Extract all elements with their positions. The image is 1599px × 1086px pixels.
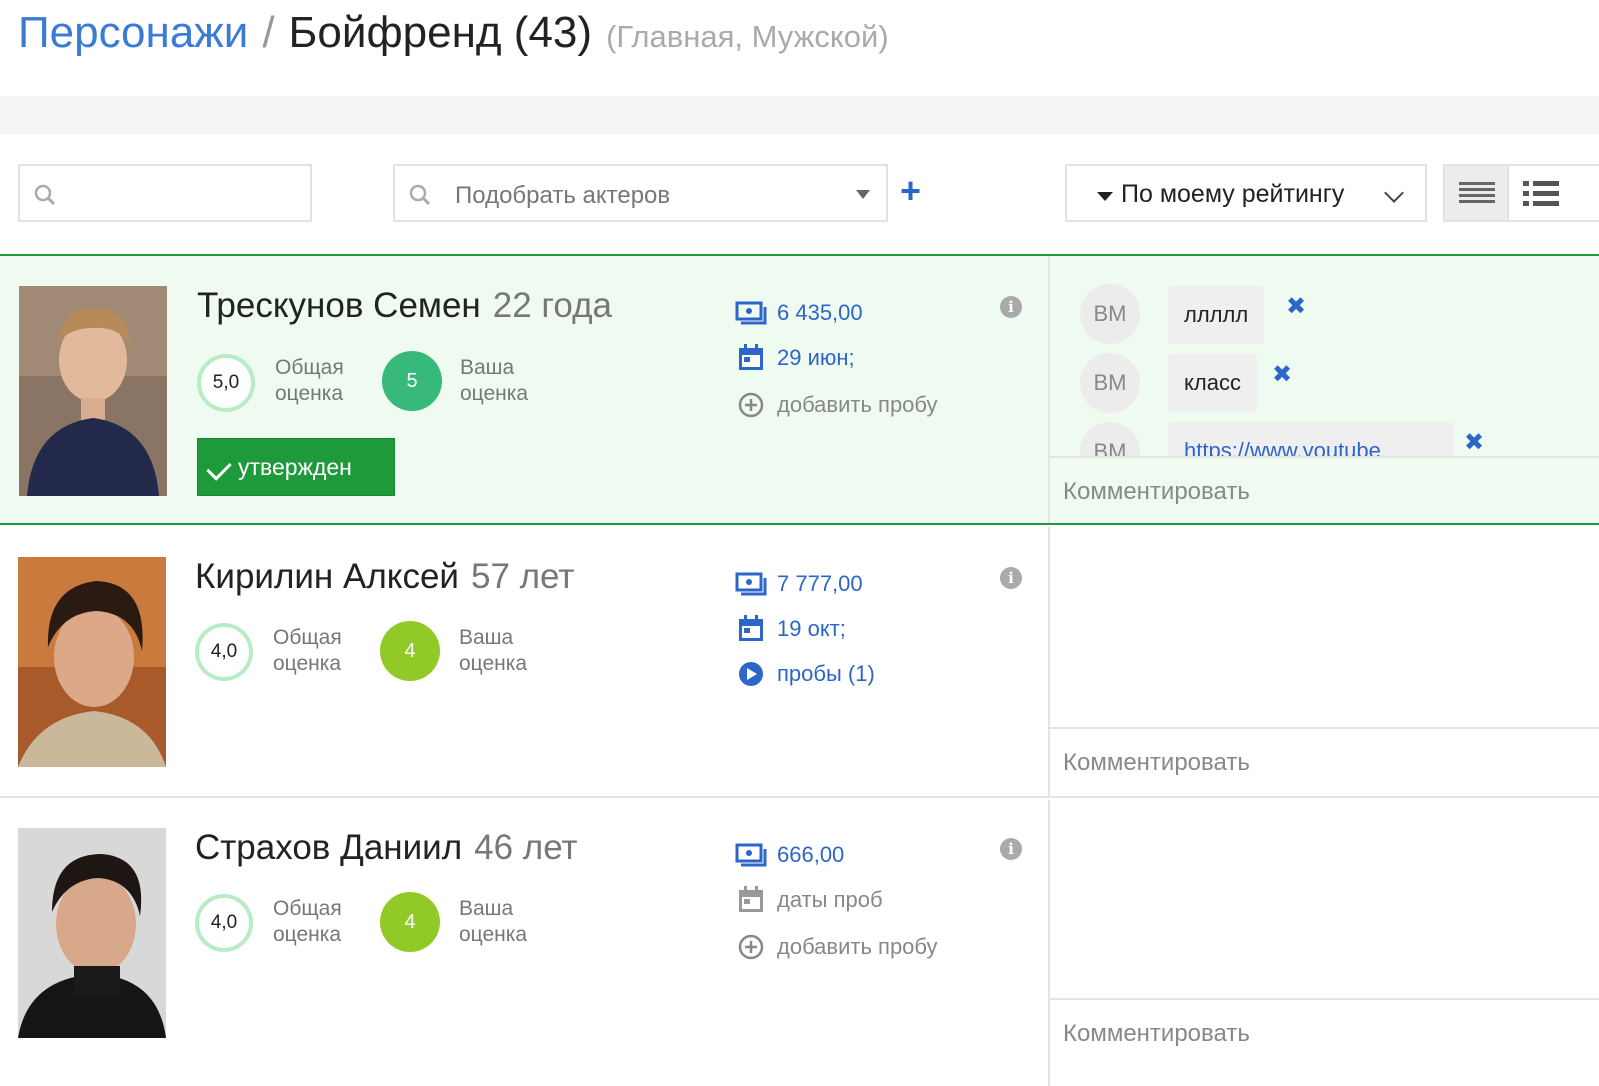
breadcrumb-separator: / [262,8,275,57]
overall-rating: 4,0 [195,894,253,952]
cast-actors-placeholder: Подобрать актеров [455,182,671,209]
sort-label: По моему рейтингу [1121,180,1345,208]
overall-rating-label: Общая оценка [273,897,342,946]
avatar: ВМ [1080,353,1140,413]
breadcrumb: Персонажи / Бойфренд (43) (Главная, Мужс… [18,8,889,72]
fee-value: 6 435,00 [777,300,863,325]
page-subtitle: (Главная, Мужской) [606,19,889,54]
comment-divider [1050,727,1599,729]
fee-value: 666,00 [777,842,845,867]
comment-input[interactable]: Комментировать [1063,749,1250,777]
money-icon [735,301,767,325]
delete-comment-icon[interactable]: ✖ [1286,292,1306,321]
search-input[interactable] [18,164,312,222]
calendar-icon [739,615,763,641]
actor-name-line: Трескунов Семен 22 года [197,286,612,326]
date-value: 29 июн; [777,345,855,370]
calendar-icon [739,344,763,370]
approved-label: утвержден [238,454,352,480]
actor-age: 22 года [492,286,613,325]
tryouts-label: пробы (1) [777,661,875,686]
sort-select[interactable]: По моему рейтингу [1065,164,1427,222]
delete-comment-icon[interactable]: ✖ [1272,360,1292,389]
info-icon[interactable]: i [1000,296,1022,318]
avatar: ВМ [1080,284,1140,344]
add-tryout-label: добавить пробу [777,934,938,959]
list-icon [1459,182,1495,203]
comment-text: ллллл [1168,286,1265,344]
actor-age: 46 лет [474,828,578,867]
your-rating[interactable]: 5 [382,351,442,411]
overall-rating: 4,0 [195,623,253,681]
actor-name[interactable]: Страхов Даниил [195,828,462,867]
fee-value: 7 777,00 [777,571,863,596]
comment-text: класс [1168,354,1257,412]
play-icon [739,662,763,686]
comment-text: https://www.youtube [1168,422,1454,456]
actor-photo[interactable] [18,828,166,1038]
your-rating-label: Ваша оценка [459,897,528,946]
date-value: 19 окт; [777,616,846,641]
column-divider [1048,800,1050,1086]
your-rating[interactable]: 4 [380,892,440,952]
comment-input[interactable]: Комментировать [1063,478,1250,506]
actor-name-line: Страхов Даниил 46 лет [195,828,578,868]
page-title: Бойфренд (43) [288,8,593,57]
add-circle-icon [738,392,764,418]
actor-row: Кирилин Алксей 57 лет 4,0 Общая оценка 4 В… [0,527,1599,798]
overall-rating-label: Общая оценка [273,626,342,675]
your-rating[interactable]: 4 [380,621,440,681]
toolbar-band [0,96,1599,134]
your-rating-label: Ваша оценка [459,626,528,675]
view-bullets-button[interactable] [1507,164,1599,222]
info-icon[interactable]: i [1000,567,1022,589]
avatar: ВМ [1080,422,1140,456]
your-rating-label: Ваша оценка [460,356,529,405]
comment-divider [1050,998,1599,1000]
sort-direction-icon [1097,192,1113,201]
toolbar: Подобрать актеров + По моему рейтингу [0,164,1599,226]
actor-photo[interactable] [19,286,167,496]
bulleted-list-icon [1523,181,1559,206]
add-tryout-label: добавить пробу [777,392,938,417]
add-circle-icon [738,934,764,960]
check-icon [206,455,232,481]
cast-actors-select[interactable]: Подобрать актеров [393,164,888,222]
money-icon [735,572,767,596]
delete-comment-icon[interactable]: ✖ [1464,428,1484,456]
comment-divider [1050,456,1599,458]
caret-down-icon [856,190,870,199]
info-icon[interactable]: i [1000,838,1022,860]
actor-name[interactable]: Трескунов Семен [197,286,481,325]
overall-rating: 5,0 [197,354,255,412]
overall-rating-label: Общая оценка [275,356,344,405]
actor-photo[interactable] [18,557,166,767]
actor-name-line: Кирилин Алксей 57 лет [195,557,574,597]
date-value: даты проб [777,887,883,912]
actor-age: 57 лет [470,557,575,596]
search-icon [34,184,56,206]
actor-row: Трескунов Семен 22 года 5,0 Общая оценка 5… [0,254,1599,525]
calendar-icon [739,886,763,912]
actor-name[interactable]: Кирилин Алксей [195,557,459,596]
search-icon [409,184,431,206]
approved-button[interactable]: утвержден [197,438,395,496]
view-list-button[interactable] [1443,164,1509,222]
chevron-down-icon [1384,183,1404,203]
comments-list: ВМ ллллл ✖ ВМ класс ✖ ВМ https://www.you… [1050,256,1599,456]
money-icon [735,843,767,867]
plus-icon[interactable]: + [900,173,926,209]
actor-row: Страхов Даниил 46 лет 4,0 Общая оценка 4 В… [0,800,1599,1086]
column-divider [1048,527,1050,796]
breadcrumb-link-characters[interactable]: Персонажи [18,8,248,58]
comment-input[interactable]: Комментировать [1063,1020,1250,1048]
